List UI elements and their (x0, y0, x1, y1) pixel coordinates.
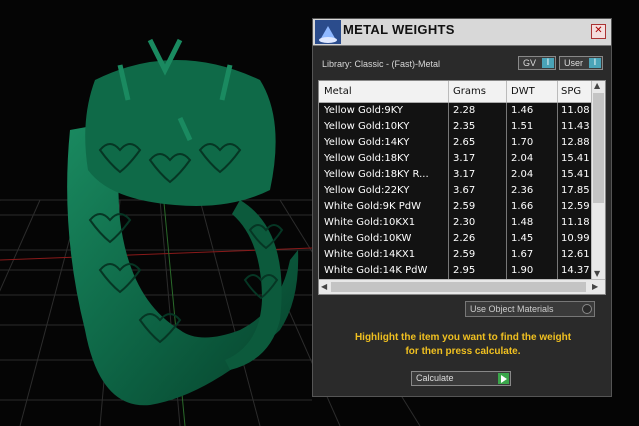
scroll-left-icon[interactable]: ◀ (321, 282, 327, 291)
cell-spg: 12.88 (561, 137, 590, 148)
column-header-spg[interactable]: SPG (561, 86, 581, 97)
table-row[interactable]: White Gold:14KX1 2.59 1.67 12.61 (319, 247, 593, 264)
cell-dwt: 2.36 (511, 185, 534, 196)
cell-dwt: 1.45 (511, 233, 534, 244)
user-toggle-label: User (564, 58, 584, 68)
ring-body (67, 38, 299, 406)
cell-spg: 11.18 (561, 217, 590, 228)
cell-spg: 10.99 (561, 233, 590, 244)
library-label: Library: Classic - (Fast)-Metal (322, 59, 441, 69)
column-header-metal[interactable]: Metal (324, 86, 352, 97)
cell-metal: Yellow Gold:22KY (324, 185, 410, 196)
cell-metal: Yellow Gold:18KY (324, 153, 410, 164)
table-header: Metal Grams DWT SPG (319, 81, 593, 103)
table-row[interactable]: Yellow Gold:10KY 2.35 1.51 11.43 (319, 119, 593, 136)
cell-dwt: 1.66 (511, 201, 534, 212)
cell-grams: 2.26 (453, 233, 476, 244)
cell-dwt: 2.04 (511, 153, 534, 164)
cell-grams: 3.17 (453, 153, 476, 164)
horizontal-scrollbar[interactable]: ◀ ▶ (319, 279, 605, 294)
cell-metal: Yellow Gold:9KY (324, 105, 403, 116)
cell-dwt: 1.48 (511, 217, 534, 228)
cell-spg: 15.41 (561, 153, 590, 164)
cell-spg: 17.85 (561, 185, 590, 196)
cell-metal: Yellow Gold:14KY (324, 137, 410, 148)
cell-spg: 15.41 (561, 169, 590, 180)
cell-metal: White Gold:10KX1 (324, 217, 416, 228)
cell-grams: 2.65 (453, 137, 476, 148)
gv-indicator-icon: I (542, 58, 554, 68)
panel-title: METAL WEIGHTS (343, 22, 455, 37)
cell-grams: 2.59 (453, 249, 476, 260)
cell-grams: 2.28 (453, 105, 476, 116)
app-logo-icon (315, 20, 341, 44)
cell-grams: 3.67 (453, 185, 476, 196)
table-row[interactable]: White Gold:10KX1 2.30 1.48 11.18 (319, 215, 593, 232)
column-header-dwt[interactable]: DWT (511, 86, 535, 97)
cell-spg: 12.61 (561, 249, 590, 260)
cell-dwt: 2.04 (511, 169, 534, 180)
cell-spg: 11.08 (561, 105, 590, 116)
table-row[interactable]: Yellow Gold:14KY 2.65 1.70 12.88 (319, 135, 593, 152)
cell-grams: 2.30 (453, 217, 476, 228)
instruction-line-1: Highlight the item you want to find the … (354, 332, 572, 343)
user-toggle[interactable]: User I (559, 56, 603, 70)
table-row[interactable]: Yellow Gold:22KY 3.67 2.36 17.85 (319, 183, 593, 200)
calculate-label: Calculate (416, 373, 454, 383)
cell-dwt: 1.67 (511, 249, 534, 260)
scroll-down-icon[interactable]: ▼ (594, 269, 600, 278)
table-row[interactable]: Yellow Gold:18KY R... 3.17 2.04 15.41 (319, 167, 593, 184)
cell-metal: Yellow Gold:18KY R... (324, 169, 429, 180)
vertical-scrollbar[interactable]: ▲ ▼ (591, 81, 605, 280)
radio-icon (582, 304, 592, 314)
cell-spg: 12.59 (561, 201, 590, 212)
vertical-scroll-thumb[interactable] (593, 93, 604, 203)
close-icon[interactable]: ✕ (591, 24, 606, 39)
cell-spg: 11.43 (561, 121, 590, 132)
horizontal-scroll-thumb[interactable] (331, 282, 586, 292)
cell-metal: Yellow Gold:10KY (324, 121, 410, 132)
use-object-materials-label: Use Object Materials (470, 304, 554, 314)
cell-dwt: 1.46 (511, 105, 534, 116)
cell-grams: 2.95 (453, 265, 476, 276)
metal-table[interactable]: Metal Grams DWT SPG Yellow Gold:9KY 2.28 1… (318, 80, 606, 295)
cell-metal: White Gold:10KW (324, 233, 412, 244)
cell-dwt: 1.70 (511, 137, 534, 148)
cell-metal: White Gold:14KX1 (324, 249, 416, 260)
scroll-right-icon[interactable]: ▶ (592, 282, 598, 291)
scroll-up-icon[interactable]: ▲ (594, 81, 600, 90)
cell-metal: White Gold:14K PdW (324, 265, 428, 276)
user-indicator-icon: I (589, 58, 601, 68)
table-row[interactable]: White Gold:14K PdW 2.95 1.90 14.37 (319, 263, 593, 280)
gv-toggle[interactable]: GV I (518, 56, 556, 70)
cell-metal: White Gold:9K PdW (324, 201, 421, 212)
column-header-grams[interactable]: Grams (453, 86, 486, 97)
calculate-button[interactable]: Calculate (411, 371, 511, 386)
table-row[interactable]: White Gold:9K PdW 2.59 1.66 12.59 (319, 199, 593, 216)
panel-titlebar[interactable]: METAL WEIGHTS ✕ (313, 19, 611, 46)
cell-dwt: 1.51 (511, 121, 534, 132)
table-row[interactable]: Yellow Gold:18KY 3.17 2.04 15.41 (319, 151, 593, 168)
cell-grams: 3.17 (453, 169, 476, 180)
cell-dwt: 1.90 (511, 265, 534, 276)
gv-toggle-label: GV (523, 58, 537, 68)
use-object-materials-toggle[interactable]: Use Object Materials (465, 301, 595, 317)
table-row[interactable]: Yellow Gold:9KY 2.28 1.46 11.08 (319, 103, 593, 120)
cell-grams: 2.35 (453, 121, 476, 132)
instruction-line-2: for then press calculate. (405, 346, 521, 357)
cell-spg: 14.37 (561, 265, 590, 276)
play-icon (498, 373, 509, 384)
cell-grams: 2.59 (453, 201, 476, 212)
instruction-text: Highlight the item you want to find the … (323, 331, 603, 359)
metal-weights-panel: METAL WEIGHTS ✕ Library: Classic - (Fast… (312, 18, 612, 397)
table-row[interactable]: White Gold:10KW 2.26 1.45 10.99 (319, 231, 593, 248)
